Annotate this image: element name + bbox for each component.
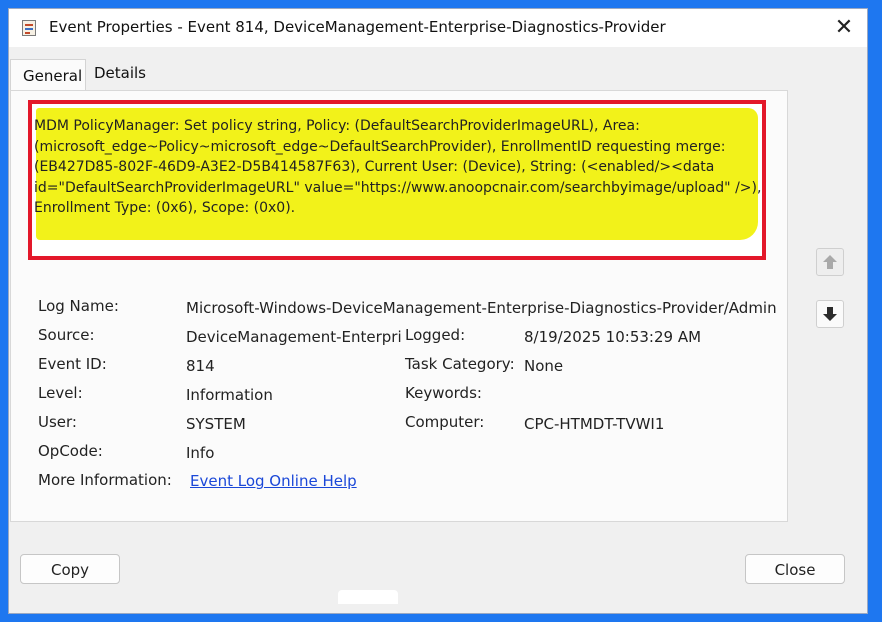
more-info-label: More Information:	[38, 471, 172, 489]
computer-value: CPC-HTMDT-TVWI1	[524, 415, 665, 433]
previous-event-button[interactable]	[816, 248, 844, 276]
arrow-up-icon	[823, 255, 837, 269]
window-title: Event Properties - Event 814, DeviceMana…	[49, 18, 666, 36]
log-name-value: Microsoft-Windows-DeviceManagement-Enter…	[186, 299, 777, 317]
level-value: Information	[186, 386, 273, 404]
user-value: SYSTEM	[186, 415, 246, 433]
logged-value: 8/19/2025 10:53:29 AM	[524, 328, 702, 346]
next-event-button[interactable]	[816, 300, 844, 328]
source-value: DeviceManagement-Enterpri	[186, 328, 402, 346]
task-category-label: Task Category:	[405, 355, 515, 373]
event-id-label: Event ID:	[38, 355, 107, 373]
event-log-help-link[interactable]: Event Log Online Help	[190, 472, 357, 490]
logged-label: Logged:	[405, 326, 466, 344]
source-label: Source:	[38, 326, 95, 344]
keywords-label: Keywords:	[405, 384, 482, 402]
user-label: User:	[38, 413, 77, 431]
log-name-label: Log Name:	[38, 297, 119, 315]
event-viewer-icon	[22, 20, 36, 36]
level-label: Level:	[38, 384, 83, 402]
close-icon[interactable]: ✕	[829, 13, 859, 43]
opcode-label: OpCode:	[38, 442, 103, 460]
title-bar: Event Properties - Event 814, DeviceMana…	[9, 9, 867, 47]
opcode-value: Info	[186, 444, 215, 462]
task-category-value: None	[524, 357, 564, 375]
resize-grip	[338, 590, 398, 604]
arrow-down-icon	[823, 307, 837, 321]
close-button[interactable]: Close	[745, 554, 845, 584]
event-description: MDM PolicyManager: Set policy string, Po…	[34, 118, 762, 216]
tab-details[interactable]: Details	[94, 64, 146, 82]
computer-label: Computer:	[405, 413, 485, 431]
tab-general[interactable]: General	[10, 59, 86, 91]
copy-button[interactable]: Copy	[20, 554, 120, 584]
event-id-value: 814	[186, 357, 215, 375]
